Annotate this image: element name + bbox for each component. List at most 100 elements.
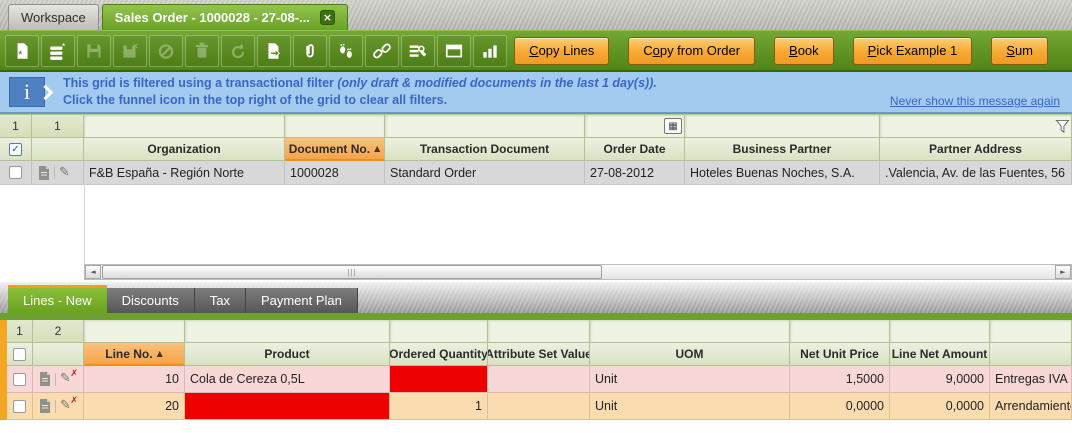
tab-payment-plan[interactable]: Payment Plan xyxy=(245,288,358,313)
lines-grid-filter-row: 1 2 xyxy=(7,320,1072,343)
column-header-transaction-document[interactable]: Transaction Document xyxy=(385,138,585,161)
refresh-icon[interactable] xyxy=(221,34,255,67)
cell-attribute-set-value[interactable] xyxy=(488,393,590,420)
cell-attribute-set-value[interactable] xyxy=(488,366,590,393)
cell-tax[interactable]: Entregas IVA 1 xyxy=(990,366,1072,393)
column-header-line-no[interactable]: Line No. ▲ xyxy=(84,343,185,366)
document-icon[interactable] xyxy=(39,372,51,386)
row-icons-header xyxy=(33,343,84,366)
tab-lines-new[interactable]: Lines - New xyxy=(8,285,107,313)
column-header-document-no[interactable]: Document No. ▲ xyxy=(285,138,385,161)
filter-product[interactable] xyxy=(185,320,390,343)
scroll-right-icon[interactable]: ► xyxy=(1055,265,1071,279)
row-checkbox[interactable] xyxy=(13,399,26,413)
new-row-grid-icon[interactable]: * xyxy=(41,34,75,67)
cell-business-partner[interactable]: Hoteles Buenas Noches, S.A. xyxy=(685,161,880,185)
cell-ordered-quantity-missing[interactable] xyxy=(390,366,488,393)
filter-business-partner[interactable] xyxy=(685,115,880,138)
sum-button[interactable]: Sum xyxy=(991,36,1048,65)
never-show-again-link[interactable]: Never show this message again xyxy=(890,94,1060,108)
cell-tax[interactable]: Arrendamiento xyxy=(990,393,1072,420)
cell-document-no[interactable]: 1000028 xyxy=(285,161,385,185)
grid-configuration-icon[interactable] xyxy=(401,34,435,67)
edit-pencil-icon[interactable]: ✎ xyxy=(59,166,70,179)
book-button[interactable]: Book xyxy=(774,36,834,65)
column-header-order-date[interactable]: Order Date xyxy=(585,138,685,161)
calendar-icon[interactable]: ▦ xyxy=(664,118,682,134)
cell-partner-address[interactable]: .Valencia, Av. de las Fuentes, 56 xyxy=(880,161,1072,185)
filter-order-date[interactable]: ▦ xyxy=(585,115,685,138)
filter-uom[interactable] xyxy=(590,320,790,343)
scroll-left-icon[interactable]: ◄ xyxy=(85,265,101,279)
orders-grid: 1 1 ▦ ✓ Organization Document No. ▲ Trans… xyxy=(0,114,1072,185)
filter-partner-address[interactable] xyxy=(880,115,1072,138)
cell-uom[interactable]: Unit xyxy=(590,393,790,420)
column-header-tax[interactable] xyxy=(990,343,1072,366)
chart-icon[interactable] xyxy=(473,34,507,67)
column-header-uom[interactable]: UOM xyxy=(590,343,790,366)
order-row[interactable]: ✎ F&B España - Región Norte 1000028 Stan… xyxy=(0,161,1072,185)
column-header-line-net-amount[interactable]: Line Net Amount xyxy=(890,343,990,366)
cell-order-date[interactable]: 27-08-2012 xyxy=(585,161,685,185)
tab-workspace[interactable]: Workspace xyxy=(8,4,99,30)
new-record-icon[interactable]: * xyxy=(5,34,39,67)
cell-line-no[interactable]: 10 xyxy=(84,366,185,393)
window-layout-icon[interactable] xyxy=(437,34,471,67)
column-header-partner-address[interactable]: Partner Address xyxy=(880,138,1072,161)
clear-filters-funnel-icon[interactable] xyxy=(1055,119,1070,134)
edit-pencil-error-icon[interactable]: ✎ ✗ xyxy=(60,396,78,412)
cell-line-net-amount[interactable]: 0,0000 xyxy=(890,393,990,420)
cell-product-missing[interactable] xyxy=(185,393,390,420)
horizontal-scrollbar[interactable]: ◄ ||| ► xyxy=(84,264,1072,280)
filter-transaction-document[interactable] xyxy=(385,115,585,138)
select-all-lines-checkbox[interactable] xyxy=(13,347,26,361)
filter-net-unit-price[interactable] xyxy=(790,320,890,343)
cell-net-unit-price[interactable]: 1,5000 xyxy=(790,366,890,393)
column-header-product[interactable]: Product xyxy=(185,343,390,366)
save-icon[interactable] xyxy=(77,34,111,67)
document-icon[interactable] xyxy=(39,399,51,413)
line-row[interactable]: ✎ ✗ 10 Cola de Cereza 0,5L Unit 1,5000 9,… xyxy=(7,366,1072,393)
close-tab-icon[interactable]: × xyxy=(319,10,335,25)
edit-pencil-error-icon[interactable]: ✎ ✗ xyxy=(60,369,78,385)
cell-uom[interactable]: Unit xyxy=(590,366,790,393)
column-header-attribute-set-value[interactable]: Attribute Set Value xyxy=(488,343,590,366)
cell-net-unit-price[interactable]: 0,0000 xyxy=(790,393,890,420)
filter-line-net-amount[interactable] xyxy=(890,320,990,343)
row-checkbox[interactable] xyxy=(9,166,22,179)
audit-trail-icon[interactable] xyxy=(329,34,363,67)
column-header-business-partner[interactable]: Business Partner xyxy=(685,138,880,161)
filter-organization[interactable] xyxy=(84,115,285,138)
cell-line-net-amount[interactable]: 9,0000 xyxy=(890,366,990,393)
line-row[interactable]: ✎ ✗ 20 1 Unit 0,0000 0,0000 Arrendamiento xyxy=(7,393,1072,420)
pick-example-button[interactable]: Pick Example 1 xyxy=(852,36,973,65)
row-checkbox[interactable] xyxy=(13,372,26,386)
copy-from-order-button[interactable]: Copy from Order xyxy=(628,36,756,65)
cell-transaction-document[interactable]: Standard Order xyxy=(385,161,585,185)
attachment-icon[interactable] xyxy=(293,34,327,67)
scrollbar-thumb[interactable]: ||| xyxy=(102,265,602,279)
filter-document-no[interactable] xyxy=(285,115,385,138)
column-header-organization[interactable]: Organization xyxy=(84,138,285,161)
tab-sales-order[interactable]: Sales Order - 1000028 - 27-08-... × xyxy=(101,4,348,30)
filter-line-no[interactable] xyxy=(84,320,185,343)
document-icon[interactable] xyxy=(38,165,50,180)
save-close-icon[interactable]: × xyxy=(113,34,147,67)
cell-line-no[interactable]: 20 xyxy=(84,393,185,420)
export-icon[interactable] xyxy=(257,34,291,67)
cell-product[interactable]: Cola de Cereza 0,5L xyxy=(185,366,390,393)
cell-ordered-quantity[interactable]: 1 xyxy=(390,393,488,420)
filter-attribute-set-value[interactable] xyxy=(488,320,590,343)
filter-ordered-quantity[interactable] xyxy=(390,320,488,343)
tab-discounts[interactable]: Discounts xyxy=(106,288,195,313)
delete-record-icon[interactable] xyxy=(185,34,219,67)
linked-items-icon[interactable] xyxy=(365,34,399,67)
filter-tax[interactable] xyxy=(990,320,1072,343)
column-header-net-unit-price[interactable]: Net Unit Price xyxy=(790,343,890,366)
cell-organization[interactable]: F&B España - Región Norte xyxy=(84,161,285,185)
select-all-checkbox[interactable]: ✓ xyxy=(9,142,22,156)
tab-tax[interactable]: Tax xyxy=(194,288,246,313)
copy-lines-button[interactable]: Copy Lines xyxy=(514,36,610,65)
undo-changes-icon[interactable] xyxy=(149,34,183,67)
column-header-ordered-quantity[interactable]: Ordered Quantity xyxy=(390,343,488,366)
